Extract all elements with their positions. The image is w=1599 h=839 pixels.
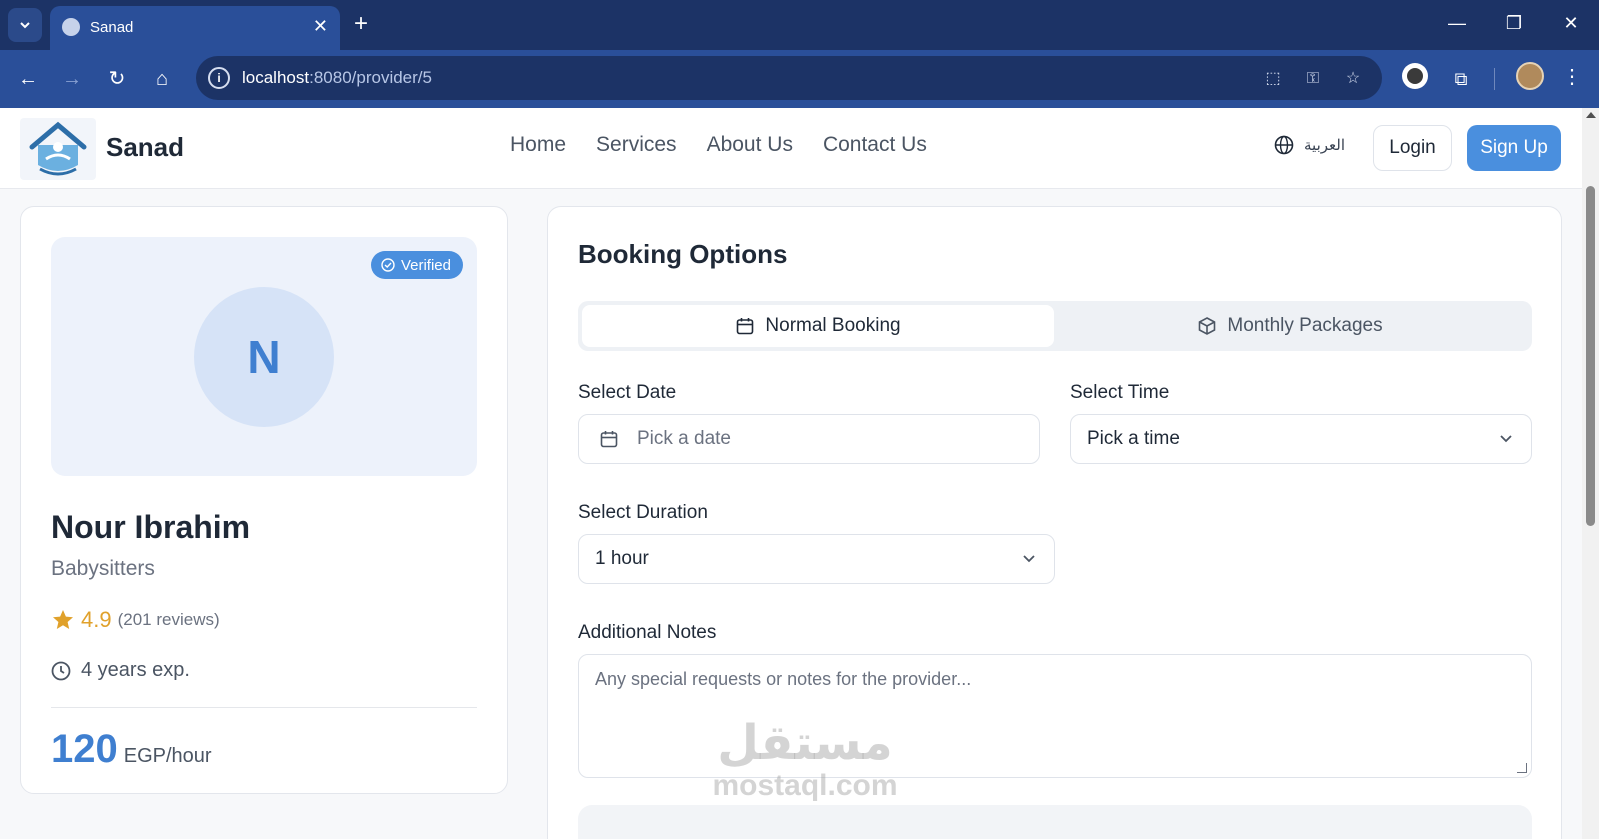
site-header: Sanad Home Services About Us Contact Us … (0, 108, 1582, 189)
provider-profile-card: Verified N Nour Ibrahim Babysitters 4.9 … (20, 206, 508, 794)
browser-tab[interactable]: Sanad ✕ (50, 6, 340, 50)
scroll-thumb[interactable] (1586, 186, 1595, 526)
main-nav: Home Services About Us Contact Us (510, 133, 957, 157)
calendar-icon (737, 318, 754, 335)
rating-value: 4.9 (81, 607, 112, 632)
duration-select[interactable]: 1 hour (578, 534, 1055, 584)
time-label: Select Time (1070, 382, 1170, 403)
booking-title: Booking Options (578, 239, 788, 269)
close-icon[interactable]: ✕ (313, 16, 328, 37)
reload-icon[interactable]: ↻ (102, 64, 132, 94)
resize-handle[interactable] (1517, 763, 1527, 773)
price: 120 EGP/hour (51, 727, 212, 772)
time-placeholder: Pick a time (1087, 428, 1180, 449)
nav-home[interactable]: Home (510, 133, 566, 157)
nav-about[interactable]: About Us (707, 133, 793, 157)
tab-monthly-packages[interactable]: Monthly Packages (1054, 305, 1526, 347)
sync-profile-icon[interactable] (1398, 62, 1432, 96)
booking-tabs: Normal Booking Monthly Packages (578, 301, 1532, 351)
logo[interactable] (20, 118, 96, 180)
date-placeholder: Pick a date (637, 428, 731, 449)
browser-toolbar: ← → ↻ ⌂ i localhost:8080/provider/5 ⬚ ⚿ … (0, 50, 1599, 108)
chevron-down-icon (1500, 435, 1512, 443)
scroll-up-icon[interactable] (1586, 112, 1596, 118)
booking-summary-block (578, 805, 1532, 839)
browser-tab-strip: Sanad ✕ + — ❐ ✕ (0, 0, 1599, 50)
globe-icon (1274, 135, 1294, 155)
translate-icon[interactable]: ⬚ (1260, 66, 1286, 92)
clock-icon (51, 661, 71, 680)
review-count: (201 reviews) (117, 610, 220, 629)
rating: 4.9 (201 reviews) (51, 607, 220, 633)
language-switcher[interactable]: العربية (1274, 135, 1345, 155)
package-icon (1199, 317, 1216, 335)
date-picker[interactable]: Pick a date (578, 414, 1040, 464)
price-unit: EGP/hour (123, 745, 212, 767)
restore-icon[interactable]: ❐ (1499, 10, 1529, 36)
price-value: 120 (51, 727, 118, 771)
star-icon[interactable]: ☆ (1340, 66, 1366, 92)
menu-icon[interactable]: ⋮ (1562, 62, 1582, 92)
divider (51, 707, 477, 708)
tab-search-button[interactable] (8, 8, 42, 42)
tab-title: Sanad (90, 19, 134, 36)
page-viewport: Sanad Home Services About Us Contact Us … (0, 108, 1582, 839)
avatar: N (194, 287, 334, 427)
calendar-icon (600, 431, 618, 448)
verified-badge: Verified (370, 251, 463, 279)
nav-contact[interactable]: Contact Us (823, 133, 927, 157)
brand-name[interactable]: Sanad (106, 132, 184, 163)
profile-avatar[interactable] (1516, 62, 1544, 90)
signup-button[interactable]: Sign Up (1467, 125, 1561, 171)
experience: 4 years exp. (51, 659, 190, 682)
duration-label: Select Duration (578, 502, 708, 523)
minimize-icon[interactable]: — (1442, 10, 1472, 36)
key-icon[interactable]: ⚿ (1300, 66, 1326, 92)
back-arrow-icon[interactable]: ← (13, 64, 43, 94)
provider-category: Babysitters (51, 557, 155, 580)
tab-normal-booking-label: Normal Booking (765, 315, 901, 336)
profile-hero: Verified N (51, 237, 477, 476)
logo-icon (29, 121, 87, 176)
chevron-down-icon (1023, 555, 1035, 563)
notes-placeholder: Any special requests or notes for the pr… (595, 669, 972, 689)
provider-name: Nour Ibrahim (51, 509, 251, 545)
watermark: مستقل mostaql.com (700, 716, 910, 802)
globe-icon (62, 18, 80, 36)
url-text[interactable]: localhost:8080/provider/5 (242, 68, 432, 88)
experience-label: 4 years exp. (81, 659, 190, 681)
watermark-arabic: مستقل (717, 715, 893, 771)
page-scrollbar[interactable] (1582, 108, 1599, 839)
address-bar[interactable]: i localhost:8080/provider/5 ⬚ ⚿ ☆ (196, 56, 1382, 100)
duration-value: 1 hour (595, 548, 649, 569)
chevron-down-icon (20, 22, 30, 29)
nav-services[interactable]: Services (596, 133, 677, 157)
home-icon[interactable]: ⌂ (147, 64, 177, 94)
info-icon[interactable]: i (208, 67, 230, 89)
forward-arrow-icon[interactable]: → (57, 64, 87, 94)
star-icon (53, 610, 73, 629)
extensions-icon[interactable]: ⧉ (1444, 62, 1478, 96)
tab-monthly-packages-label: Monthly Packages (1227, 315, 1383, 336)
language-label: العربية (1304, 137, 1345, 154)
notes-label: Additional Notes (578, 622, 717, 643)
tab-normal-booking[interactable]: Normal Booking (582, 305, 1054, 347)
watermark-latin: mostaql.com (712, 769, 898, 802)
date-label: Select Date (578, 382, 677, 403)
plus-icon[interactable]: + (354, 10, 368, 38)
toolbar-divider (1494, 68, 1495, 90)
time-select[interactable]: Pick a time (1070, 414, 1532, 464)
verified-label: Verified (400, 256, 451, 274)
check-circle-icon (381, 258, 395, 272)
login-button[interactable]: Login (1373, 125, 1452, 171)
window-close-icon[interactable]: ✕ (1556, 10, 1586, 36)
